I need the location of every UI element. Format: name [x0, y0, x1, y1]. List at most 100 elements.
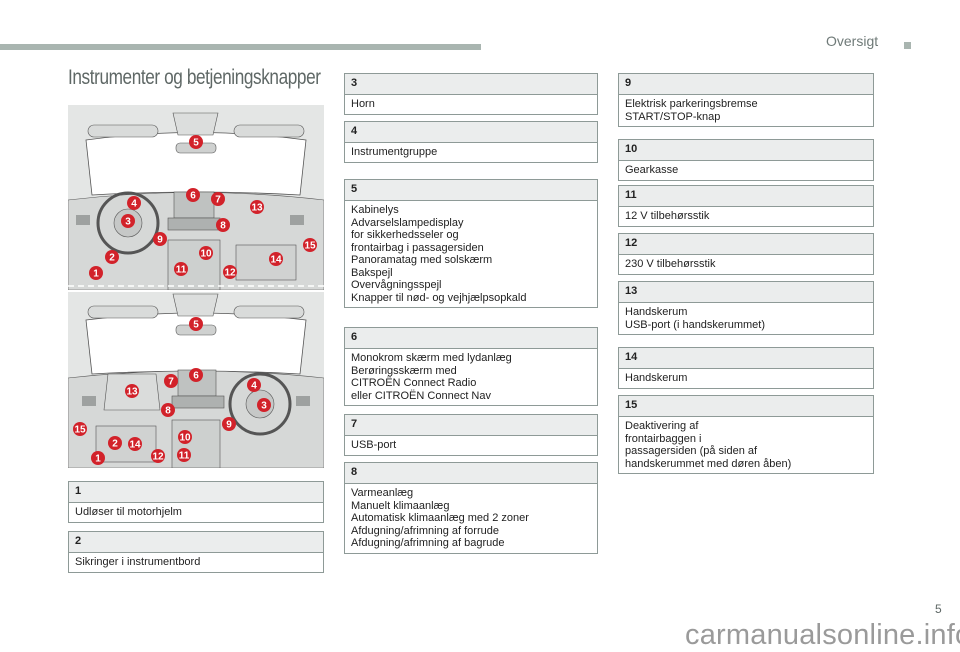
description-line: CITROËN Connect Radio — [351, 377, 477, 389]
legend-item-description: USB-port — [345, 436, 597, 455]
marker-1: 1 — [89, 266, 103, 280]
legend-item-description: Horn — [345, 95, 597, 114]
description-line: Berøringsskærm med — [351, 364, 457, 377]
legend-item-description: Monokrom skærm med lydanlæg Berøringsskær… — [345, 349, 597, 405]
svg-text:15: 15 — [74, 425, 86, 436]
legend-item-number: 13 — [619, 282, 873, 303]
marker-5: 5 — [189, 317, 203, 331]
legend-item-description: Elektrisk parkeringsbremse START/STOP-kna… — [619, 95, 873, 126]
svg-text:13: 13 — [126, 387, 138, 398]
legend-item-number: 3 — [345, 74, 597, 95]
section-accent-bar — [0, 44, 481, 50]
marker-11: 11 — [177, 448, 191, 462]
description-line: Automatisk klimaanlæg med 2 zoner — [351, 512, 529, 524]
legend-item-number: 2 — [69, 532, 323, 553]
marker-15: 15 — [303, 238, 317, 252]
svg-text:7: 7 — [215, 195, 221, 206]
legend-item-description: 12 V tilbehørsstik — [619, 207, 873, 226]
legend-item-description: Deaktivering af frontairbaggen i passagers… — [619, 417, 873, 473]
legend-item-description: Udløser til motorhjelm — [69, 503, 323, 522]
legend-item-number: 12 — [619, 234, 873, 255]
svg-text:14: 14 — [129, 440, 141, 451]
description-line: Afdugning/afrimning af bagrude — [351, 537, 505, 549]
description-line: Kabinelys — [351, 204, 399, 216]
description-line: Panoramatag med solskærm — [351, 254, 493, 266]
legend-item-description: Instrumentgruppe — [345, 143, 597, 162]
marker-9: 9 — [222, 417, 236, 431]
marker-9: 9 — [153, 232, 167, 246]
description-line: Elektrisk parkeringsbremse — [625, 98, 758, 110]
description-line: eller CITROËN Connect Nav — [351, 389, 491, 402]
description-line: 12 V tilbehørsstik — [625, 210, 710, 222]
svg-text:13: 13 — [251, 203, 263, 214]
marker-4: 4 — [247, 378, 261, 392]
svg-text:5: 5 — [193, 320, 199, 331]
legend-item-4: 4 Instrumentgruppe — [344, 121, 598, 163]
marker-15: 15 — [73, 422, 87, 436]
svg-text:8: 8 — [220, 221, 226, 232]
legend-item-3: 3 Horn — [344, 73, 598, 115]
svg-text:14: 14 — [270, 255, 282, 266]
svg-text:3: 3 — [125, 217, 131, 228]
svg-text:9: 9 — [226, 420, 232, 431]
description-line: Knapper til nød- og vejhjælpsopkald — [351, 291, 527, 304]
legend-item-7: 7 USB-port — [344, 414, 598, 456]
legend-item-number: 15 — [619, 396, 873, 417]
legend-item-description: Sikringer i instrumentbord — [69, 553, 323, 572]
marker-8: 8 — [216, 218, 230, 232]
marker-2: 2 — [105, 250, 119, 264]
svg-text:4: 4 — [251, 381, 257, 392]
marker-6: 6 — [189, 368, 203, 382]
svg-text:10: 10 — [179, 433, 191, 444]
description-line: USB-port — [351, 439, 397, 451]
description-line: Handskerum — [625, 372, 688, 384]
watermark: carmanualsonline.info — [685, 619, 960, 651]
svg-text:4: 4 — [131, 199, 137, 210]
description-line: frontairbag i passagersiden — [351, 241, 484, 254]
svg-text:2: 2 — [112, 439, 118, 450]
marker-7: 7 — [164, 374, 178, 388]
description-line: Udløser til motorhjelm — [75, 506, 182, 518]
description-line: Manuelt klimaanlæg — [351, 499, 450, 512]
legend-item-number: 4 — [345, 122, 597, 143]
svg-text:7: 7 — [168, 377, 174, 388]
svg-text:6: 6 — [190, 191, 196, 202]
dashboard-illustration-rhd: 5 6 7 4 13 3 8 9 15 10 2 14 11 1 12 — [68, 292, 324, 468]
description-line: Instrumentgruppe — [351, 146, 438, 158]
legend-item-number: 11 — [619, 186, 873, 207]
description-line: Handskerum — [625, 306, 688, 318]
svg-text:12: 12 — [152, 452, 164, 463]
marker-3: 3 — [257, 398, 271, 412]
marker-10: 10 — [178, 430, 192, 444]
marker-14: 14 — [128, 437, 142, 451]
dashboard-illustration-lhd: 5 6 7 4 13 3 8 9 10 15 2 14 1 11 12 — [68, 105, 324, 290]
marker-7: 7 — [211, 192, 225, 206]
description-line: handskerummet med døren åben) — [625, 457, 792, 470]
legend-item-13: 13 Handskerum USB-port (i handskerummet) — [618, 281, 874, 335]
svg-text:11: 11 — [179, 451, 190, 462]
svg-text:11: 11 — [176, 265, 187, 276]
marker-8: 8 — [161, 403, 175, 417]
section-square-icon — [904, 42, 911, 49]
legend-item-description: Kabinelys Advarselslampedisplay for sikker… — [345, 201, 597, 307]
legend-item-15: 15 Deaktivering af frontairbaggen i passage… — [618, 395, 874, 474]
description-line: Horn — [351, 98, 375, 110]
svg-text:1: 1 — [95, 454, 101, 465]
legend-item-number: 8 — [345, 463, 597, 484]
description-line: Varmeanlæg — [351, 487, 414, 499]
svg-text:1: 1 — [93, 269, 99, 280]
description-line: frontairbaggen i — [625, 432, 702, 445]
description-line: Overvågningsspejl — [351, 279, 442, 291]
description-line: passagersiden (på siden af — [625, 445, 758, 457]
legend-item-11: 11 12 V tilbehørsstik — [618, 185, 874, 227]
legend-item-number: 5 — [345, 180, 597, 201]
svg-text:3: 3 — [261, 401, 267, 412]
marker-2: 2 — [108, 436, 122, 450]
description-line: Bakspejl — [351, 266, 393, 279]
dashboard-drawing-rhd: 5 6 7 4 13 3 8 9 15 10 2 14 11 1 12 — [68, 292, 324, 468]
legend-item-12: 12 230 V tilbehørsstik — [618, 233, 874, 275]
description-line: for sikkerhedsseler og — [351, 229, 459, 241]
description-line: Deaktivering af — [625, 420, 699, 432]
legend-item-number: 1 — [69, 482, 323, 503]
legend-item-6: 6 Monokrom skærm med lydanlæg Berøringsskæ… — [344, 327, 598, 406]
